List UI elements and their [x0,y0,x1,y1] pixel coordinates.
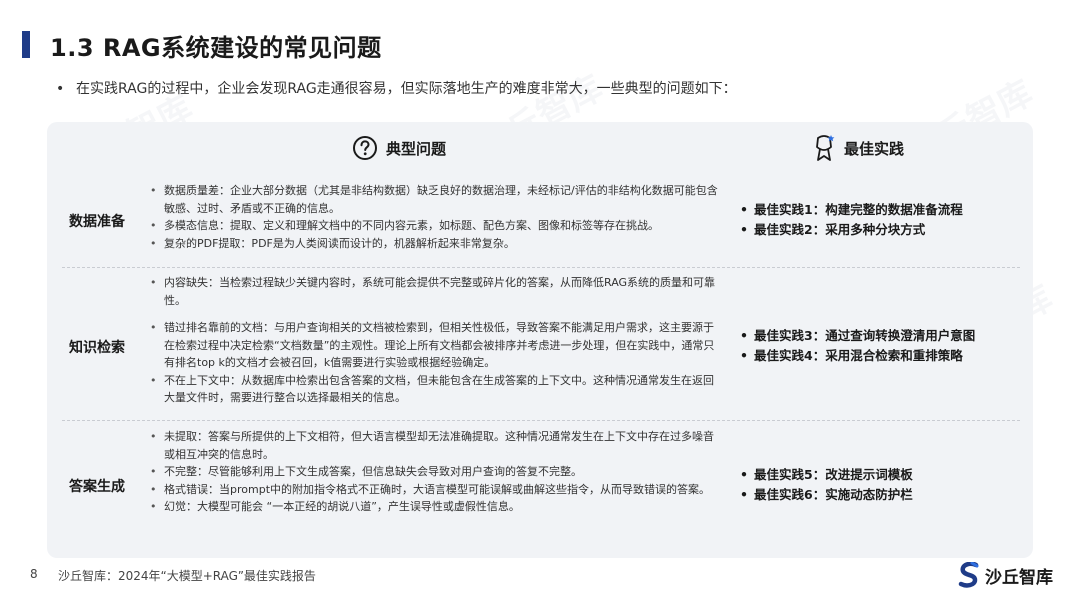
row-label-data-prep: 数据准备 [69,214,125,230]
award-ribbon-icon [816,135,835,161]
issue-item: 不完整：尽管能够利用上下文生成答案，但信息缺失会导致对用户查询的答复不完整。 [148,463,718,481]
logo-text: 沙丘智库 [985,567,1053,588]
best-practice-item: 最佳实践2：采用多种分块方式 [740,220,1030,240]
best-list-generation: 最佳实践5：改进提示词模板 最佳实践6：实施动态防护栏 [740,465,1030,505]
best-list-data-prep: 最佳实践1：构建完整的数据准备流程 最佳实践2：采用多种分块方式 [740,200,1030,240]
issues-list-data-prep: 数据质量差：企业大部分数据（尤其是非结构数据）缺乏良好的数据治理，未经标记/评估… [148,182,718,252]
question-circle-icon [353,136,377,160]
bullet-dot: • [56,81,65,97]
header-problem-label: 典型问题 [386,139,447,158]
row-divider [62,420,1020,421]
brand-logo: 沙丘智库 [958,562,1053,588]
issue-item: 数据质量差：企业大部分数据（尤其是非结构数据）缺乏良好的数据治理，未经标记/评估… [148,182,718,217]
issue-item: 幻觉：大模型可能会 “一本正经的胡说八道”，产生误导性或虚假性信息。 [148,498,718,516]
page-title: 1.3 RAG系统建设的常见问题 [50,34,382,62]
intro-line: • 在实践RAG的过程中，企业会发现RAG走通很容易，但实际落地生产的难度非常大，… [56,78,737,98]
title-accent-bar [22,31,30,58]
row-label-retrieval: 知识检索 [69,340,125,356]
header-best-label: 最佳实践 [844,139,905,158]
best-practice-item: 最佳实践6：实施动态防护栏 [740,485,1030,505]
issue-item: 未提取：答案与所提供的上下文相符，但大语言模型却无法准确提取。这种情况通常发生在… [148,428,718,463]
best-practice-item: 最佳实践3：通过查询转换澄清用户意图 [740,326,1030,346]
best-practice-item: 最佳实践5：改进提示词模板 [740,465,1030,485]
issue-item: 不在上下文中：从数据库中检索出包含答案的文档，但未能包含在生成答案的上下文中。这… [148,372,718,407]
issue-item: 复杂的PDF提取：PDF是为人类阅读而设计的，机器解析起来非常复杂。 [148,235,718,253]
header-best-practice: 最佳实践 [812,132,904,164]
best-practice-item: 最佳实践4：采用混合检索和重排策略 [740,346,1030,366]
issues-list-retrieval: 内容缺失：当检索过程缺少关键内容时，系统可能会提供不完整或碎片化的答案，从而降低… [148,274,718,407]
issues-list-generation: 未提取：答案与所提供的上下文相符，但大语言模型却无法准确提取。这种情况通常发生在… [148,428,718,516]
page-number: 8 [30,567,38,581]
issue-item: 格式错误：当prompt中的附加指令格式不正确时，大语言模型可能误解或曲解这些指… [148,481,718,499]
issue-item: 错过排名靠前的文档：与用户查询相关的文档被检索到，但相关性极低，导致答案不能满足… [148,319,718,372]
footer-source: 沙丘智库：2024年“大模型+RAG”最佳实践报告 [58,569,316,583]
best-list-retrieval: 最佳实践3：通过查询转换澄清用户意图 最佳实践4：采用混合检索和重排策略 [740,326,1030,366]
issue-item: 内容缺失：当检索过程缺少关键内容时，系统可能会提供不完整或碎片化的答案，从而降低… [148,274,718,309]
best-practice-item: 最佳实践1：构建完整的数据准备流程 [740,200,1030,220]
row-label-generation: 答案生成 [69,479,125,495]
issue-item: 多模态信息：提取、定义和理解文档中的不同内容元素，如标题、配色方案、图像和标签等… [148,217,718,235]
row-divider [62,267,1020,268]
shaqiu-s-logo-icon [958,562,979,588]
intro-text: 在实践RAG的过程中，企业会发现RAG走通很容易，但实际落地生产的难度非常大，一… [76,81,737,97]
header-typical-problems: 典型问题 [352,132,446,164]
